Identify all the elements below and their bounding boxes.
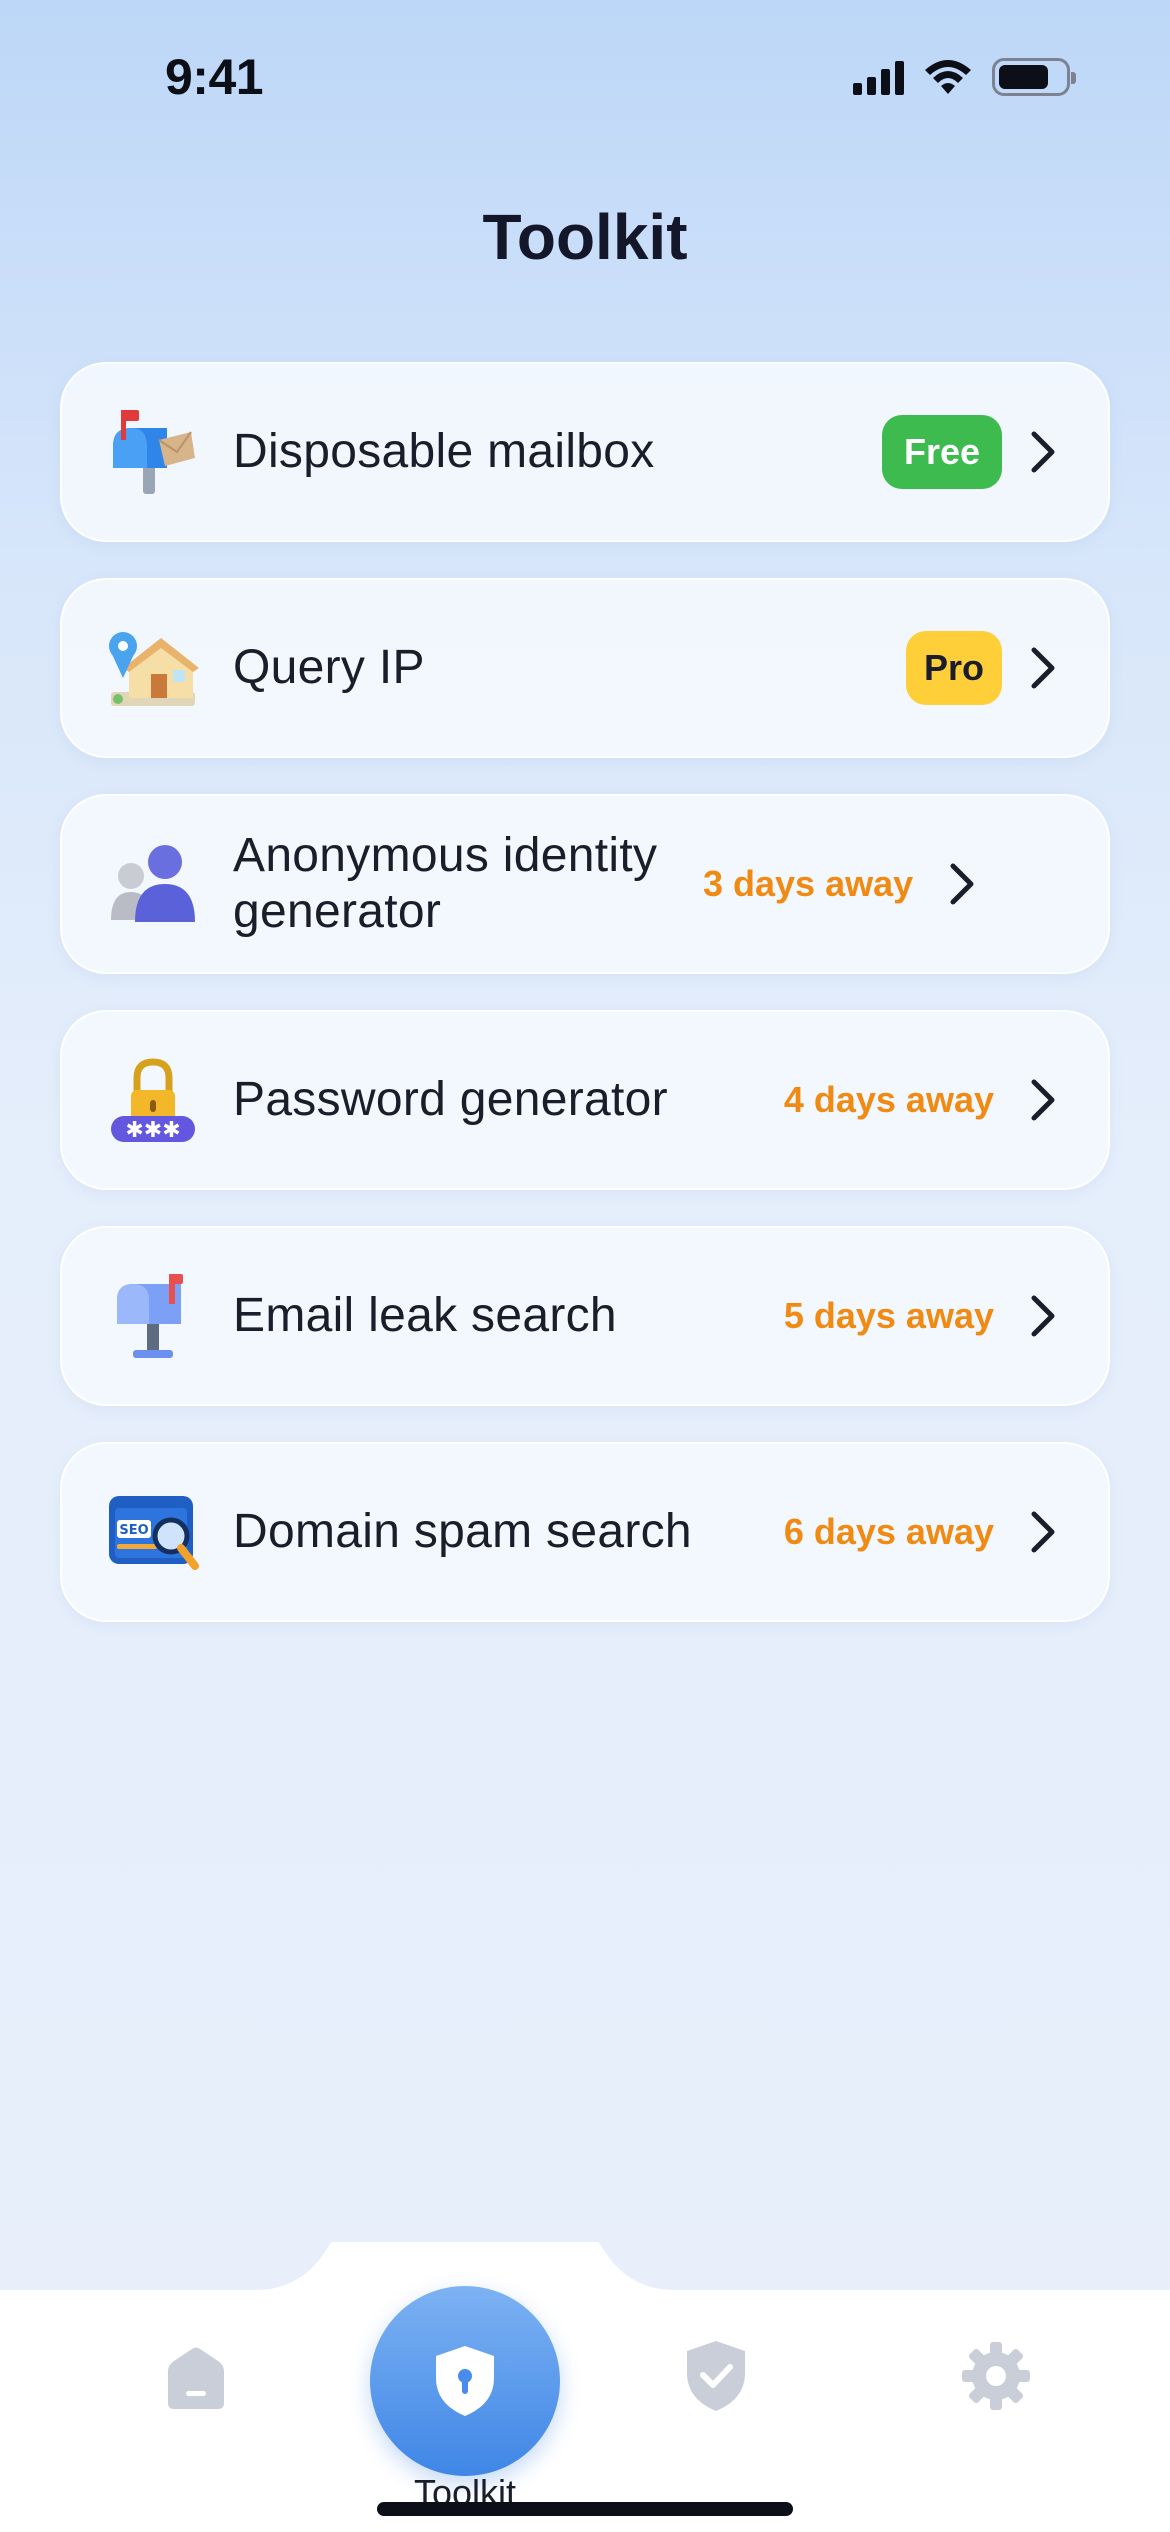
chevron-right-icon xyxy=(1028,1510,1058,1554)
status-bar: 9:41 xyxy=(0,0,1170,150)
pro-badge: Pro xyxy=(905,631,1002,705)
tool-item-email-leak-search[interactable]: Email leak search 5 days away xyxy=(60,1226,1110,1406)
free-badge: Free xyxy=(881,415,1002,489)
tool-label: Password generator xyxy=(233,1073,668,1126)
home-indicator[interactable] xyxy=(377,2502,793,2516)
tool-list: Disposable mailbox Free Query IP Pro Ano… xyxy=(60,362,1110,1658)
shield-keyhole-icon xyxy=(436,2346,494,2416)
status-icons xyxy=(853,58,1076,96)
shield-check-icon xyxy=(687,2341,745,2411)
tool-label: Disposable mailbox xyxy=(233,425,655,478)
days-away-status: 3 days away xyxy=(703,863,914,904)
padlock-password-icon: ✱✱✱ xyxy=(107,1054,199,1146)
tab-bar: Toolkit xyxy=(0,2242,1170,2532)
house-location-icon xyxy=(107,622,199,714)
mailbox-flag-icon xyxy=(107,1270,199,1362)
tool-item-query-ip[interactable]: Query IP Pro xyxy=(60,578,1110,758)
days-away-status: 4 days away xyxy=(783,1079,994,1120)
home-icon xyxy=(168,2347,224,2409)
chevron-right-icon xyxy=(1028,646,1058,690)
wifi-icon xyxy=(925,60,971,94)
tab-toolkit[interactable] xyxy=(370,2286,560,2476)
mailbox-icon xyxy=(107,406,199,498)
tab-home[interactable] xyxy=(160,2342,232,2414)
chevron-right-icon xyxy=(947,862,977,906)
status-time: 9:41 xyxy=(165,49,264,105)
seo-search-icon: SEO xyxy=(107,1486,199,1578)
svg-text:✱✱✱: ✱✱✱ xyxy=(125,1118,180,1143)
tool-label: Email leak search xyxy=(233,1289,617,1342)
tab-security[interactable] xyxy=(680,2338,752,2414)
tool-item-disposable-mailbox[interactable]: Disposable mailbox Free xyxy=(60,362,1110,542)
tab-settings[interactable] xyxy=(958,2338,1034,2414)
tool-item-anonymous-identity-generator[interactable]: Anonymous identity generator 3 days away xyxy=(60,794,1110,974)
battery-icon xyxy=(992,58,1076,96)
days-away-status: 5 days away xyxy=(783,1295,994,1336)
tool-item-password-generator[interactable]: ✱✱✱ Password generator 4 days away xyxy=(60,1010,1110,1190)
tool-label: Query IP xyxy=(233,641,425,694)
tool-label: Domain spam search xyxy=(233,1505,692,1558)
tool-label: Anonymous identity generator xyxy=(233,829,658,938)
chevron-right-icon xyxy=(1028,1294,1058,1338)
gear-icon xyxy=(962,2342,1030,2410)
tool-item-domain-spam-search[interactable]: SEO Domain spam search 6 days away xyxy=(60,1442,1110,1622)
cellular-signal-icon xyxy=(853,59,904,95)
chevron-right-icon xyxy=(1028,1078,1058,1122)
days-away-status: 6 days away xyxy=(783,1511,994,1552)
chevron-right-icon xyxy=(1028,430,1058,474)
svg-text:SEO: SEO xyxy=(119,1523,148,1538)
page-title: Toolkit xyxy=(482,201,688,273)
anonymous-people-icon xyxy=(107,838,199,930)
